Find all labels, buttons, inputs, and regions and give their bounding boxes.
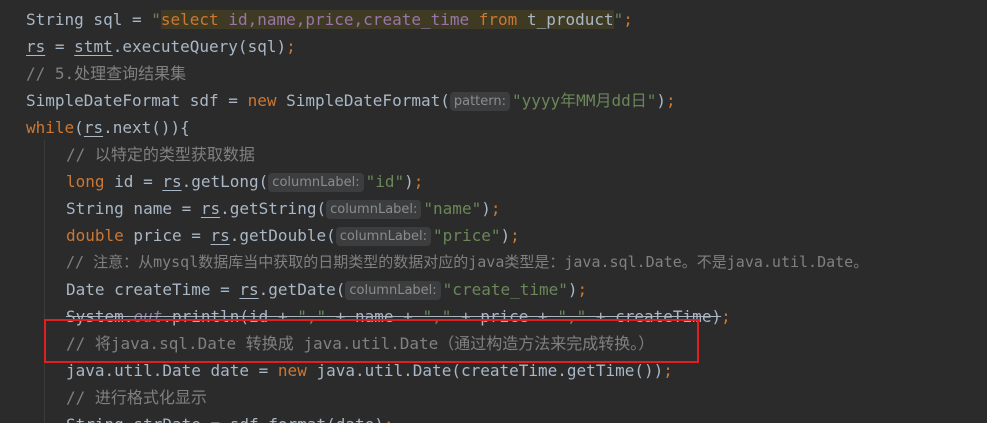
code-text: ) bbox=[656, 91, 666, 110]
code-comment: // 以特定的类型获取数据 bbox=[66, 145, 255, 164]
semicolon: ; bbox=[384, 415, 394, 423]
variable-rs: rs bbox=[83, 118, 104, 137]
code-text: = bbox=[45, 37, 75, 56]
sql-keyword-select: select bbox=[160, 10, 219, 29]
code-editor[interactable]: String sql = "select id,name,price,creat… bbox=[0, 0, 987, 423]
code-text: .getDate( bbox=[258, 280, 346, 299]
code-line-7[interactable]: long id = rs.getLong(columnLabel: "id"); bbox=[26, 168, 423, 195]
code-line-6[interactable]: // 以特定的类型获取数据 bbox=[26, 141, 255, 168]
sql-columns: id,name,price,create_time bbox=[228, 10, 470, 29]
code-line-11[interactable]: Date createTime = rs.getDate(columnLabel… bbox=[26, 276, 587, 303]
code-text: String sql = bbox=[26, 10, 152, 29]
keyword-new: new bbox=[247, 91, 277, 110]
code-text: ) bbox=[481, 199, 491, 218]
parameter-hint: columnLabel: bbox=[335, 227, 432, 246]
code-comment: // 注意：从mysql数据库当中获取的日期类型的数据对应的java类型是：ja… bbox=[66, 253, 869, 271]
code-text: .getLong( bbox=[181, 172, 269, 191]
string-quote: " bbox=[151, 10, 161, 29]
string-literal: "create_time" bbox=[442, 280, 568, 299]
variable-rs: rs bbox=[200, 199, 221, 218]
code-text: Date createTime = bbox=[66, 280, 240, 299]
code-comment: // 5.处理查询结果集 bbox=[26, 64, 187, 83]
code-line-16[interactable]: String strDate = sdf.format(date); bbox=[26, 411, 394, 423]
variable-rs: rs bbox=[162, 172, 182, 191]
variable-rs: rs bbox=[210, 226, 230, 245]
code-text: id = bbox=[104, 172, 163, 191]
sql-space bbox=[469, 10, 479, 29]
semicolon: ; bbox=[666, 91, 676, 110]
semicolon: ; bbox=[623, 10, 633, 29]
code-line-4[interactable]: SimpleDateFormat sdf = new SimpleDateFor… bbox=[26, 87, 676, 114]
code-comment: // 进行格式化显示 bbox=[66, 388, 207, 407]
keyword-while: while bbox=[26, 118, 75, 137]
code-line-10[interactable]: // 注意：从mysql数据库当中获取的日期类型的数据对应的java类型是：ja… bbox=[26, 249, 868, 276]
code-text: .getString( bbox=[220, 199, 327, 218]
string-literal: "yyyy年MM月dd日" bbox=[512, 91, 657, 110]
variable-rs: rs bbox=[26, 37, 46, 56]
sql-table: t_product bbox=[526, 10, 614, 29]
semicolon: ; bbox=[577, 280, 588, 299]
semicolon: ; bbox=[286, 37, 296, 56]
parameter-hint: columnLabel: bbox=[345, 281, 441, 300]
code-text: price = bbox=[123, 226, 211, 245]
semicolon: ; bbox=[721, 307, 731, 326]
code-line-1[interactable]: String sql = "select id,name,price,creat… bbox=[26, 6, 633, 33]
code-text: String name = bbox=[66, 199, 201, 218]
code-text: SimpleDateFormat sdf = bbox=[26, 91, 248, 110]
code-line-5[interactable]: while(rs.next()){ bbox=[26, 114, 190, 141]
variable-stmt: stmt bbox=[74, 37, 113, 56]
parameter-hint: columnLabel: bbox=[268, 173, 364, 192]
sql-space bbox=[517, 10, 527, 29]
parameter-hint: columnLabel: bbox=[326, 200, 422, 219]
code-line-3[interactable]: // 5.处理查询结果集 bbox=[26, 60, 186, 87]
code-line-8[interactable]: String name = rs.getString(columnLabel: "… bbox=[26, 195, 500, 222]
code-text: .getDouble( bbox=[229, 226, 336, 245]
semicolon: ; bbox=[663, 361, 673, 380]
code-text: .next()){ bbox=[103, 118, 190, 137]
parameter-hint: pattern: bbox=[449, 92, 511, 111]
code-line-2[interactable]: rs = stmt.executeQuery(sql); bbox=[26, 33, 296, 60]
string-literal: "price" bbox=[433, 226, 501, 245]
keyword-new: new bbox=[277, 361, 307, 380]
semicolon: ; bbox=[490, 199, 501, 218]
highlight-box bbox=[44, 319, 699, 363]
code-text: ) bbox=[404, 172, 414, 191]
code-text: ) bbox=[567, 280, 578, 299]
code-line-15[interactable]: // 进行格式化显示 bbox=[26, 384, 207, 411]
code-text: SimpleDateFormat( bbox=[276, 91, 450, 110]
code-line-9[interactable]: double price = rs.getDouble(columnLabel:… bbox=[26, 222, 520, 249]
code-text: java.util.Date(createTime.getTime()) bbox=[306, 361, 664, 380]
semicolon: ; bbox=[510, 226, 520, 245]
variable-rs: rs bbox=[239, 280, 259, 299]
sql-keyword-from: from bbox=[478, 10, 518, 29]
code-text: ( bbox=[74, 118, 84, 137]
code-text: String strDate = sdf.format(date) bbox=[66, 415, 384, 423]
string-quote: " bbox=[613, 10, 624, 29]
code-text: .executeQuery(sql) bbox=[112, 37, 287, 56]
semicolon: ; bbox=[413, 172, 424, 191]
sql-space bbox=[219, 10, 229, 29]
keyword-type: long bbox=[66, 172, 105, 191]
keyword-type: double bbox=[66, 226, 124, 245]
code-text: java.util.Date date = bbox=[66, 361, 278, 380]
sql-fragment: select id,name,price,create_time from t_… bbox=[160, 10, 614, 29]
string-literal: "id" bbox=[365, 172, 405, 191]
string-literal: "name" bbox=[423, 199, 482, 218]
code-text: ) bbox=[500, 226, 511, 245]
